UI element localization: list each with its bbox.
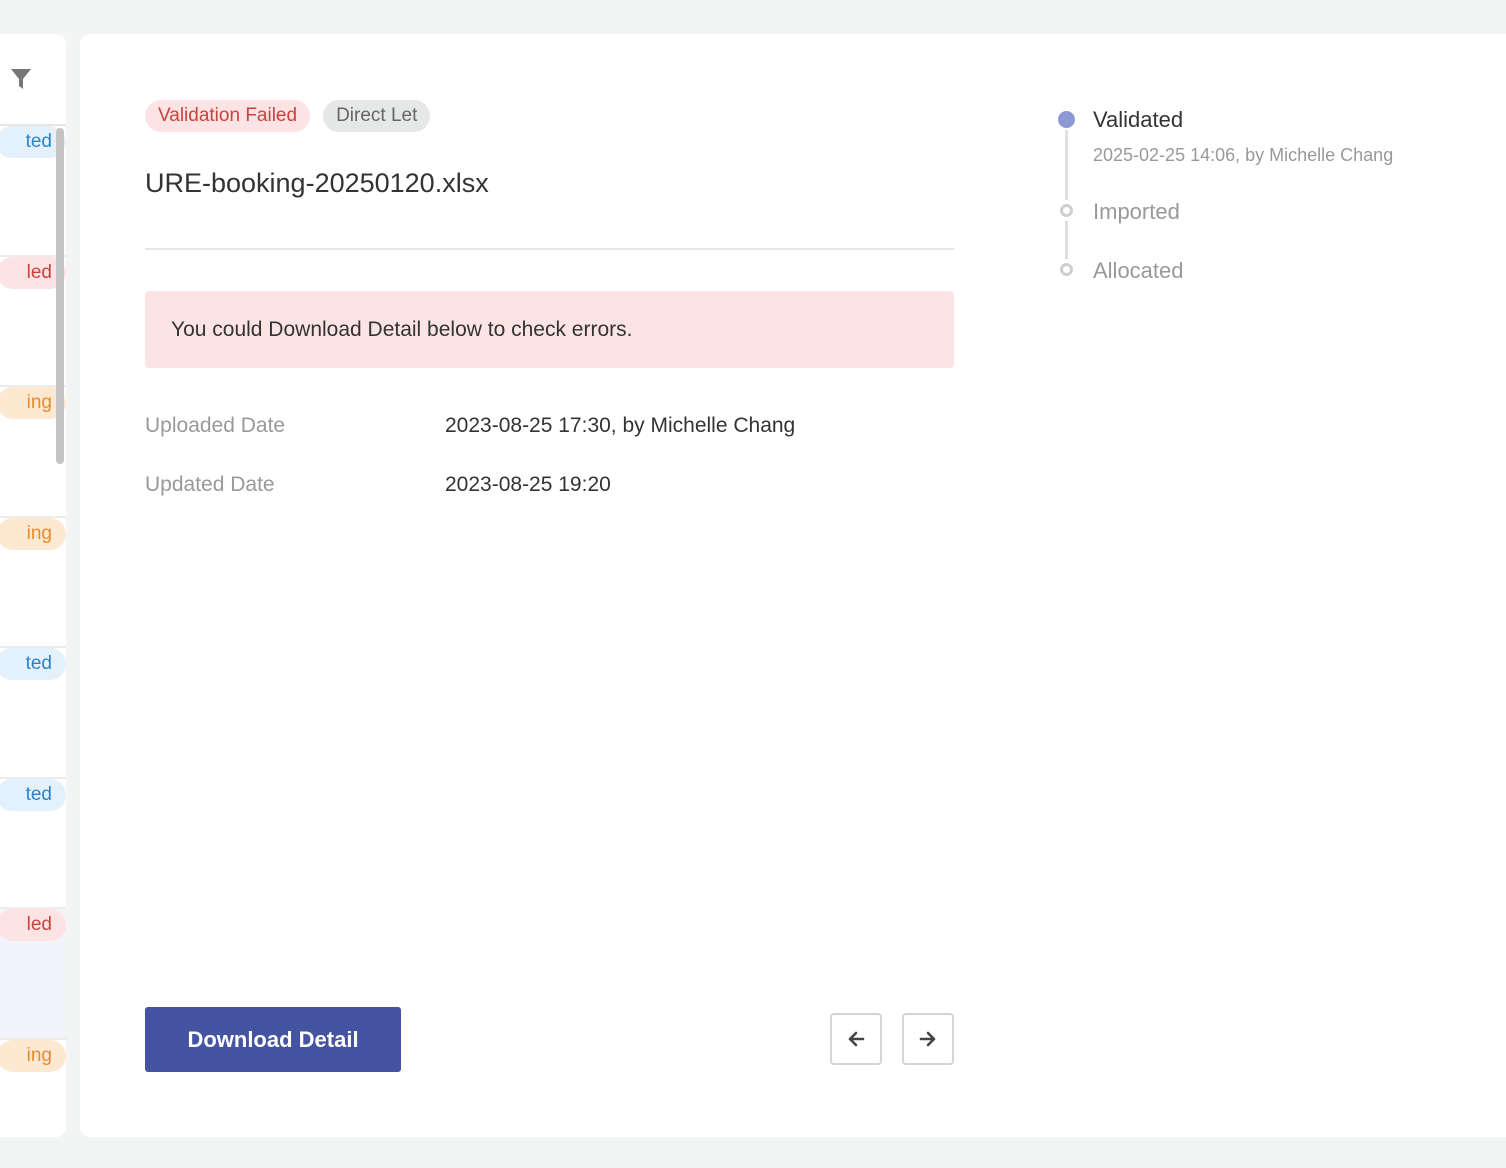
timeline-step-validated-meta: 2025-02-25 14:06, by Michelle Chang xyxy=(1093,145,1394,165)
arrow-right-icon xyxy=(919,1031,936,1047)
filter-icon[interactable] xyxy=(10,67,32,91)
updated-date-label: Updated Date xyxy=(145,473,275,496)
timeline-step-allocated: Allocated xyxy=(1093,258,1184,283)
type-badge: Direct Let xyxy=(323,100,431,132)
divider xyxy=(145,248,954,250)
updated-date-row: Updated Date 2023-08-25 19:20 xyxy=(145,473,611,497)
timeline-step-validated: Validated xyxy=(1093,107,1184,132)
next-button[interactable] xyxy=(902,1013,954,1065)
status-badge: Validation Failed xyxy=(145,100,311,132)
list-item[interactable]: ted xyxy=(0,648,66,779)
arrow-left-icon xyxy=(848,1031,865,1047)
timeline-dot-done xyxy=(1058,111,1075,128)
list-item-selected[interactable]: led xyxy=(0,909,66,1040)
timeline-dot-pending xyxy=(1060,204,1073,217)
timeline-step-imported: Imported xyxy=(1093,199,1180,224)
list-header xyxy=(0,34,66,126)
file-name-title: URE-booking-20250120.xlsx xyxy=(145,168,489,198)
badge-group: Validation Failed Direct Let xyxy=(145,100,431,132)
updated-date-value: 2023-08-25 19:20 xyxy=(445,473,611,496)
list-item[interactable]: ing xyxy=(0,517,66,648)
detail-panel: Validation Failed Direct Let URE-booking… xyxy=(80,34,1506,1137)
list-item[interactable]: ing xyxy=(0,1039,66,1138)
timeline-dot-pending xyxy=(1060,263,1073,276)
status-badge: ted xyxy=(0,778,66,811)
import-list-panel: ted led ing ing ted ted led ing xyxy=(0,34,66,1137)
list-item[interactable]: ted xyxy=(0,778,66,909)
error-alert: You could Download Detail below to check… xyxy=(145,291,954,368)
previous-button[interactable] xyxy=(830,1013,882,1065)
uploaded-date-row: Uploaded Date 2023-08-25 17:30, by Miche… xyxy=(145,414,795,438)
list-scrollbar[interactable] xyxy=(56,128,64,464)
download-detail-button[interactable]: Download Detail xyxy=(145,1007,401,1072)
uploaded-date-value: 2023-08-25 17:30, by Michelle Chang xyxy=(445,414,796,437)
status-badge: led xyxy=(0,909,66,941)
status-badge: ted xyxy=(0,648,66,680)
status-badge: ing xyxy=(0,1039,66,1072)
status-badge: ing xyxy=(0,517,66,550)
uploaded-date-label: Uploaded Date xyxy=(145,414,286,437)
timeline-connector xyxy=(1065,130,1068,200)
timeline-connector xyxy=(1065,221,1068,259)
